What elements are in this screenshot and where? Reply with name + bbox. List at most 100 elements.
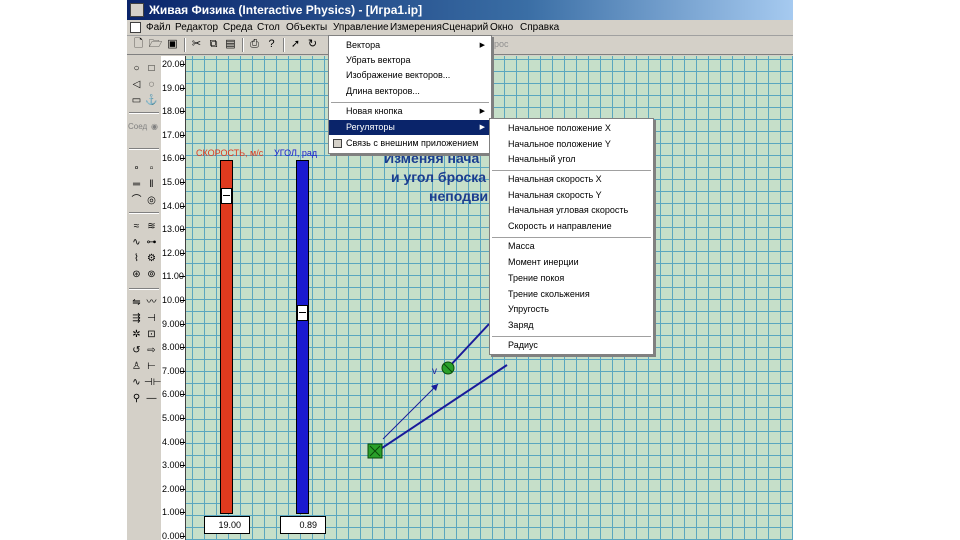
menu-measure[interactable]: Измерения [388,20,444,35]
speed-slider-track[interactable] [220,160,233,514]
anchor-tool-icon[interactable]: ⚓ [144,94,159,108]
person-icon[interactable]: ♙ [129,360,144,374]
menu-script[interactable]: Сценарий [440,20,490,35]
menu-environment[interactable]: Среда [221,20,255,35]
menu-control[interactable]: Управление [331,20,391,35]
document-icon[interactable] [130,22,141,33]
open-folder-icon[interactable]: 🗁 [148,37,163,52]
force-arrow-icon[interactable]: ⇨ [144,344,159,358]
menu-file[interactable]: Файл [144,20,173,35]
rod-tool-icon[interactable]: ⌇ [129,252,144,266]
gear-tool-icon[interactable]: ⚙ [144,252,159,266]
angle-value-field[interactable]: 0.89 [280,516,326,534]
ruler-tick-mark [180,205,185,207]
submenu-item-kinetic-friction[interactable]: Трение скольжения [490,287,653,302]
submenu-item-initial-x[interactable]: Начальное положение X [490,121,653,136]
menu-item-vectors[interactable]: Вектора ▶ [329,38,491,53]
initial-velocity-vector [375,364,508,453]
link-icon [333,139,342,148]
rectangle-tool-icon[interactable]: □ [144,62,159,76]
toolbox-divider [129,212,159,214]
menu-item-vector-display[interactable]: Изображение векторов... [329,68,491,83]
menu-help[interactable]: Справка [518,20,561,35]
angle-slider-thumb[interactable] [297,305,308,321]
square-tool-icon[interactable]: ▭ [129,94,144,108]
pin-joint-icon[interactable]: ◎ [144,194,159,208]
linear-actuator-icon[interactable]: ⊢ [144,360,159,374]
speed-slider-thumb[interactable] [221,188,232,204]
submenu-item-mass[interactable]: Масса [490,239,653,254]
actuator-icon[interactable]: ⊡ [144,328,159,342]
gear-force-icon[interactable]: ✲ [129,328,144,342]
polygon-tool-icon[interactable]: ◁ [129,78,144,92]
cut-icon[interactable]: ✂ [189,37,204,52]
submenu-arrow-icon: ▶ [479,124,485,131]
slot-horizontal-icon[interactable]: ═ [129,178,144,192]
submenu-item-charge[interactable]: Заряд [490,318,653,333]
submenu-item-initial-y[interactable]: Начальное положение Y [490,137,653,152]
ruler-tick-mark [180,370,185,372]
menu-item-new-button[interactable]: Новая кнопка ▶ [329,104,491,119]
submenu-arrow-icon: ▶ [479,108,485,115]
pulley-tool-icon[interactable]: ⊛ [129,268,144,282]
menu-table[interactable]: Стол [255,20,282,35]
motor-tool-icon[interactable]: ⊚ [144,268,159,282]
ruler-tick-mark [180,418,185,419]
ruler-tick-mark [180,276,185,278]
square-point-icon[interactable]: ▫ [144,162,159,176]
paste-icon[interactable]: ▤ [223,37,238,52]
separator-tool-icon[interactable]: ≋ [144,220,159,234]
submenu-item-moment-inertia[interactable]: Момент инерции [490,255,653,270]
menu-item-remove-vectors[interactable]: Убрать вектора [329,53,491,68]
menu-edit[interactable]: Редактор [173,20,220,35]
damper-force-icon[interactable]: ⇶ [129,312,144,326]
ruler-tick-mark [180,347,185,349]
velocity-label: v [432,366,437,377]
submenu-item-static-friction[interactable]: Трение покоя [490,271,653,286]
submenu-item-velocity-x[interactable]: Начальная скорость X [490,172,653,187]
joint-circle-icon: ◉ [151,122,158,131]
spring-force-icon[interactable]: ⇋ [129,296,144,310]
menu-item-vector-length[interactable]: Длина векторов... [329,84,491,99]
toolbox-divider [129,112,159,114]
circle-tool-icon[interactable]: ○ [129,62,144,76]
submenu-item-radius[interactable]: Радиус [490,338,653,353]
angle-slider-label: УГОЛ, рад [274,148,318,158]
submenu-item-speed-direction[interactable]: Скорость и направление [490,219,653,234]
menu-objects[interactable]: Объекты [284,20,329,35]
spring-tool-icon[interactable]: ∿ [129,236,144,250]
rope-force-icon[interactable]: ⊣ [144,312,159,326]
submenu-item-elasticity[interactable]: Упругость [490,302,653,317]
line-tool-icon[interactable]: — [144,392,159,406]
submenu-item-velocity-y[interactable]: Начальная скорость Y [490,188,653,203]
slot-vertical-icon[interactable]: ‖ [144,178,159,192]
submenu-item-initial-angle[interactable]: Начальный угол [490,152,653,167]
wave-icon[interactable]: ∿ [129,376,144,390]
curved-slot-icon[interactable]: ⌒ [129,194,144,208]
save-icon[interactable]: ▣ [165,37,180,52]
new-file-icon[interactable]: 🗋 [131,37,146,52]
point-element-icon[interactable]: ∘ [129,162,144,176]
angle-slider-track[interactable] [296,160,309,514]
print-icon[interactable]: ⎙ [247,37,262,52]
torque-icon[interactable]: ↺ [129,344,144,358]
rope-tool-icon[interactable]: ≈ [129,220,144,234]
menu-item-external-link[interactable]: Связь с внешним приложением [329,136,491,151]
menu-window[interactable]: Окно [488,20,515,35]
speed-value-field[interactable]: 19.00 [204,516,250,534]
rotate-tool-icon[interactable]: ↻ [305,37,320,52]
ruler-tick-mark [180,182,185,183]
ruler-tick-mark [180,134,185,136]
separator-icon[interactable]: ⊣⊢ [144,376,161,390]
velocity-arrow-line [382,383,439,440]
curved-body-tool-icon[interactable]: ◌ [144,78,159,92]
copy-icon[interactable]: ⧉ [206,37,221,52]
title-bar[interactable]: Живая Физика (Interactive Physics) - [Иг… [127,0,793,20]
arrow-tool-icon[interactable]: ➚ [288,37,303,52]
help-icon[interactable]: ? [264,37,279,52]
damper-tool-icon[interactable]: ⊶ [144,236,159,250]
menu-item-regulators[interactable]: Регуляторы ▶ [329,120,491,135]
wave-force-icon[interactable]: 〰 [144,296,159,310]
submenu-item-angular-velocity[interactable]: Начальная угловая скорость [490,203,653,218]
pin-icon[interactable]: ⚲ [129,392,144,406]
